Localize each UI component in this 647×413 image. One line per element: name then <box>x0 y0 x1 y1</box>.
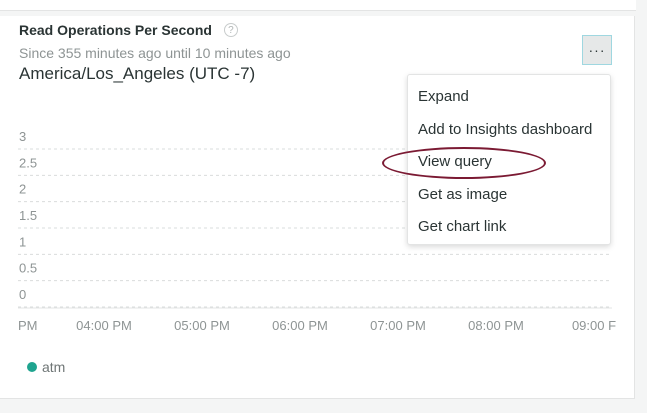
y-tick-label: 0 <box>19 287 26 302</box>
y-tick-label: 2 <box>19 182 26 197</box>
menu-item-view-query[interactable]: View query <box>408 150 610 183</box>
timezone-text: America/Los_Angeles (UTC -7) <box>19 64 256 83</box>
help-icon[interactable]: ? <box>223 23 238 37</box>
more-options-button[interactable]: ··· <box>582 35 612 65</box>
legend-series-dot[interactable] <box>27 362 37 372</box>
menu-item-add-to-insights[interactable]: Add to Insights dashboard <box>408 118 610 151</box>
chart-title-row: Read Operations Per Second ? <box>19 22 238 38</box>
y-tick-label: 0.5 <box>19 261 37 276</box>
time-range-text: Since 355 minutes ago until 10 minutes a… <box>19 45 291 61</box>
chart-legend: atm <box>27 359 65 375</box>
x-tick-label: PM <box>18 318 38 333</box>
y-tick-label: 2.5 <box>19 155 37 170</box>
chart-title: Read Operations Per Second <box>19 22 212 38</box>
x-tick-label: 08:00 PM <box>468 318 524 333</box>
x-tick-label: 07:00 PM <box>370 318 426 333</box>
y-tick-label: 1.5 <box>19 208 37 223</box>
y-tick-label: 1 <box>19 234 26 249</box>
x-tick-label: 04:00 PM <box>76 318 132 333</box>
menu-item-get-as-image[interactable]: Get as image <box>408 183 610 216</box>
x-tick-label: 06:00 PM <box>272 318 328 333</box>
ellipsis-icon: ··· <box>588 42 606 58</box>
x-tick-label: 05:00 PM <box>174 318 230 333</box>
menu-item-expand[interactable]: Expand <box>408 85 610 118</box>
previous-card-edge <box>0 0 636 11</box>
y-tick-label: 3 <box>19 129 26 144</box>
legend-series-label[interactable]: atm <box>42 359 65 375</box>
menu-item-get-chart-link[interactable]: Get chart link <box>408 215 610 248</box>
x-tick-label: 09:00 F <box>572 318 616 333</box>
chart-options-menu: Expand Add to Insights dashboard View qu… <box>407 74 611 245</box>
